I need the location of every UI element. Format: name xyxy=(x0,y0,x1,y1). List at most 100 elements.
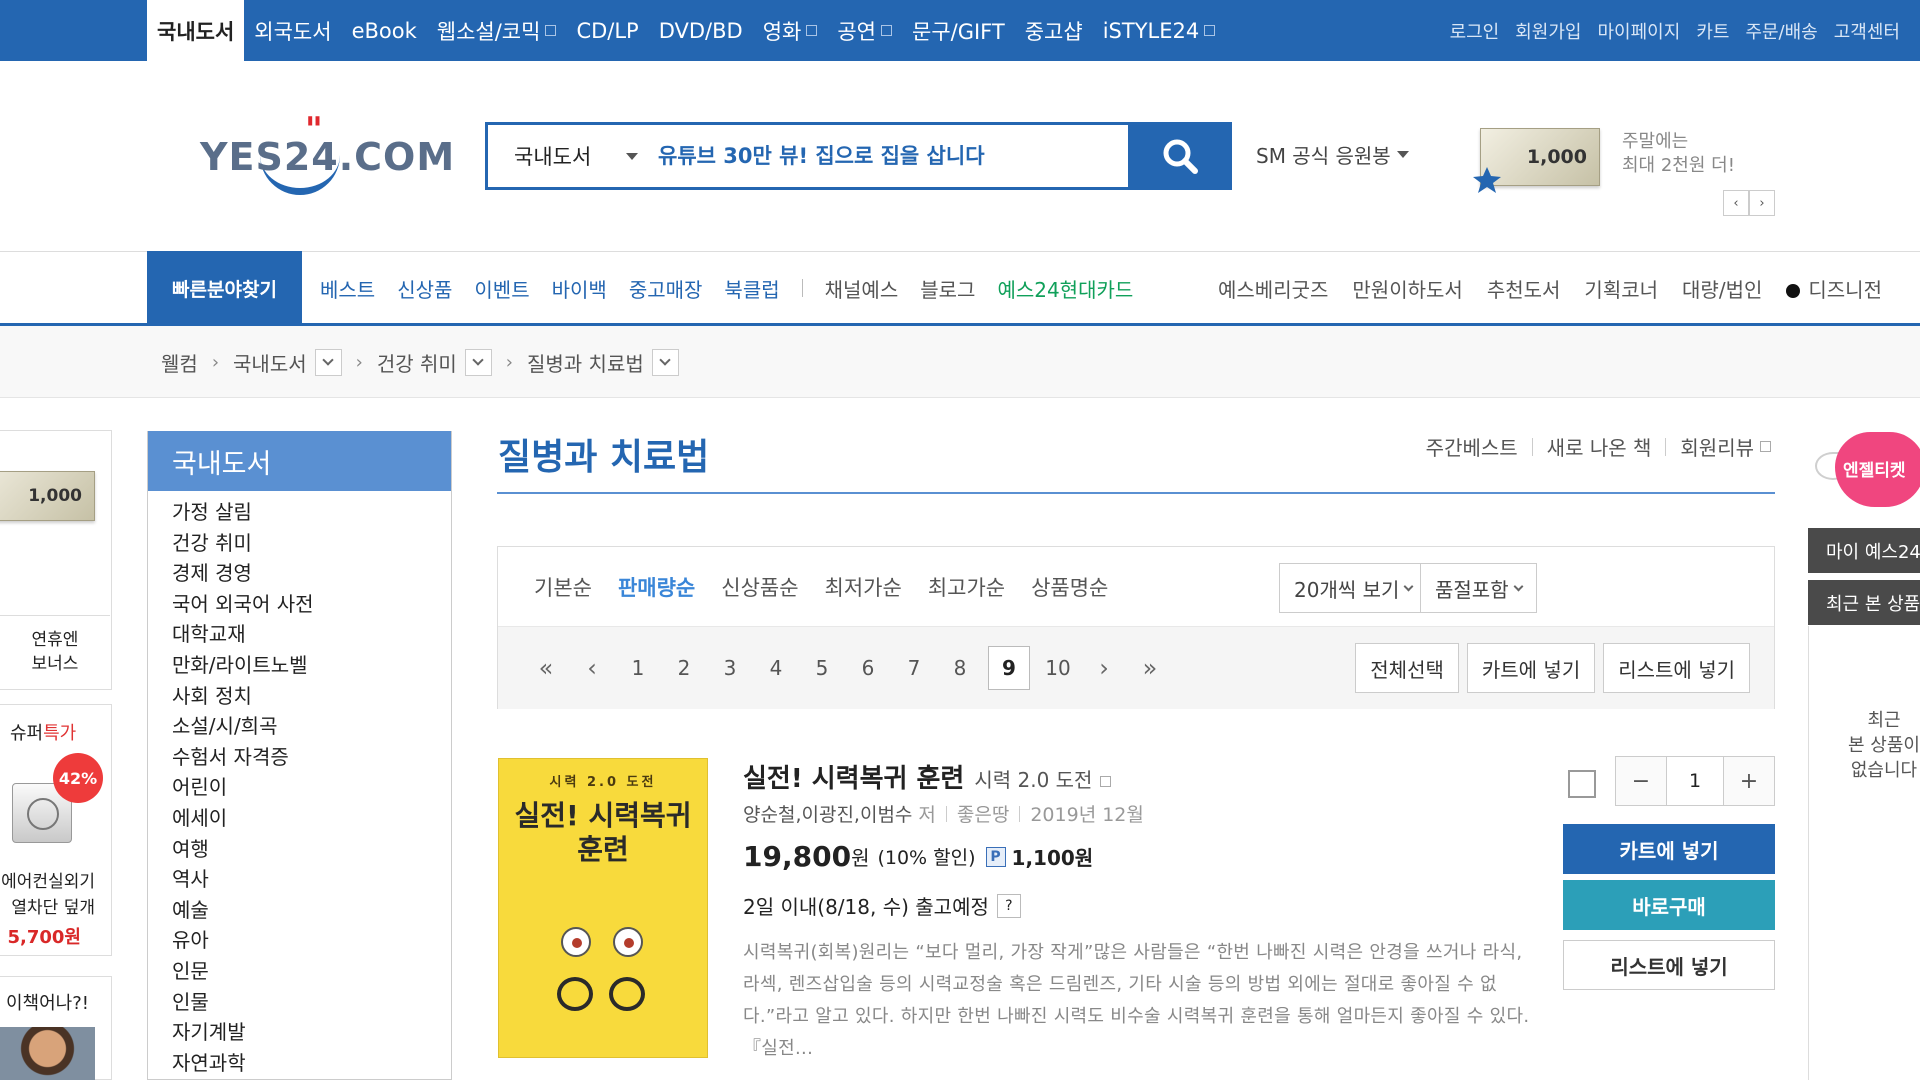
chevron-right-icon[interactable]: › xyxy=(1749,190,1775,216)
search-category-select[interactable]: 국내도서 xyxy=(488,141,658,171)
product-select-checkbox[interactable] xyxy=(1568,770,1596,798)
nav-under-10k[interactable]: 만원이하도서 xyxy=(1352,274,1462,303)
category-panel-title[interactable]: 국내도서 xyxy=(148,431,451,491)
top-cat-webnovel[interactable]: 웹소설/코믹 xyxy=(437,16,557,46)
crumb-welcome[interactable]: 웰컴 xyxy=(161,348,198,377)
product-title[interactable]: 실전! 시력복귀 훈련 xyxy=(743,758,964,795)
category-item[interactable]: 자기계발 xyxy=(172,1017,451,1048)
page-link[interactable]: 6 xyxy=(850,646,886,690)
sm-lightstick-link[interactable]: SM 공식 응원봉 xyxy=(1256,140,1409,169)
crumb-health[interactable]: 건강 취미 xyxy=(377,348,457,377)
category-item[interactable]: 예술 xyxy=(172,895,451,926)
category-item[interactable]: 사회 정치 xyxy=(172,681,451,712)
category-item[interactable]: 인물 xyxy=(172,987,451,1018)
nav-buyback[interactable]: 바이백 xyxy=(552,274,607,303)
my-yes24-button[interactable]: 마이 예스24 xyxy=(1808,528,1920,573)
add-to-list-button[interactable]: 리스트에 넣기 xyxy=(1563,940,1775,990)
page-link[interactable]: 5 xyxy=(804,646,840,690)
category-item[interactable]: 건강 취미 xyxy=(172,528,451,559)
current-page[interactable]: 9 xyxy=(988,646,1030,690)
prev-page-icon[interactable]: ‹ xyxy=(574,646,610,690)
page-link[interactable]: 2 xyxy=(666,646,702,690)
help-icon[interactable]: ? xyxy=(996,893,1021,918)
page-link[interactable]: 10 xyxy=(1040,646,1076,690)
last-page-icon[interactable]: » xyxy=(1132,646,1168,690)
nav-event[interactable]: 이벤트 xyxy=(474,274,529,303)
top-cat-used[interactable]: 중고샵 xyxy=(1025,16,1083,46)
product-authors[interactable]: 양순철,이광진,이범수 xyxy=(743,800,912,827)
site-logo[interactable]: " YES24.COM xyxy=(200,110,454,205)
per-page-select[interactable]: 20개씩 보기 xyxy=(1279,563,1428,613)
sort-highest-price[interactable]: 최고가순 xyxy=(928,572,1005,602)
crumb-dropdown-button[interactable] xyxy=(464,348,492,376)
category-item[interactable]: 대학교재 xyxy=(172,619,451,650)
crumb-domestic[interactable]: 국내도서 xyxy=(233,348,307,377)
quantity-minus-button[interactable]: − xyxy=(1616,757,1666,805)
buy-now-button[interactable]: 바로구매 xyxy=(1563,880,1775,930)
select-all-button[interactable]: 전체선택 xyxy=(1355,643,1459,693)
search-button[interactable] xyxy=(1128,122,1232,190)
cart-link[interactable]: 카트 xyxy=(1696,18,1729,44)
quantity-plus-button[interactable]: + xyxy=(1724,757,1774,805)
nav-bulk[interactable]: 대량/법인 xyxy=(1682,274,1762,303)
category-item[interactable]: 에세이 xyxy=(172,803,451,834)
nav-best[interactable]: 베스트 xyxy=(320,274,375,303)
top-cat-dvdbd[interactable]: DVD/BD xyxy=(659,19,743,43)
add-to-cart-button[interactable]: 카트에 넣기 xyxy=(1563,824,1775,874)
page-link[interactable]: 8 xyxy=(942,646,978,690)
nav-new[interactable]: 신상품 xyxy=(397,274,452,303)
new-window-icon[interactable] xyxy=(1100,776,1112,787)
new-books-link[interactable]: 새로 나온 책 xyxy=(1547,432,1652,461)
category-item[interactable]: 경제 경영 xyxy=(172,558,451,589)
nav-recommended[interactable]: 추천도서 xyxy=(1487,274,1561,303)
top-cat-gift[interactable]: 문구/GIFT xyxy=(912,16,1005,46)
quantity-input[interactable]: 1 xyxy=(1666,757,1724,805)
sort-default[interactable]: 기본순 xyxy=(534,572,592,602)
nav-goods[interactable]: 예스베리굿즈 xyxy=(1218,274,1328,303)
login-link[interactable]: 로그인 xyxy=(1450,18,1500,44)
category-item[interactable]: 역사 xyxy=(172,864,451,895)
quick-category-button[interactable]: 빠른분야찾기 xyxy=(147,251,302,325)
recent-products-button[interactable]: 최근 본 상품 xyxy=(1808,580,1920,625)
top-cat-ebook[interactable]: eBook xyxy=(352,19,417,43)
nav-used-store[interactable]: 중고매장 xyxy=(629,274,703,303)
category-item[interactable]: 가정 살림 xyxy=(172,497,451,528)
sort-sales[interactable]: 판매량순 xyxy=(618,572,695,602)
nav-disney[interactable]: 디즈니전 xyxy=(1786,274,1906,303)
category-item[interactable]: 자연과학 xyxy=(172,1048,451,1079)
book-cover[interactable]: 시력 2.0 도전 실전! 시력복귀 훈련 xyxy=(498,758,708,1058)
page-link[interactable]: 1 xyxy=(620,646,656,690)
top-cat-movie[interactable]: 영화 xyxy=(763,16,818,46)
top-cat-domestic[interactable]: 국내도서 xyxy=(147,0,245,61)
next-page-icon[interactable]: › xyxy=(1086,646,1122,690)
nav-bookclub[interactable]: 북클럽 xyxy=(724,274,779,303)
page-link[interactable]: 7 xyxy=(896,646,932,690)
left-ad-book[interactable]: 이책어나?! xyxy=(0,976,112,1080)
sort-newest[interactable]: 신상품순 xyxy=(721,572,798,602)
product-publisher[interactable]: 좋은땅 xyxy=(957,800,1009,827)
bulk-cart-button[interactable]: 카트에 넣기 xyxy=(1466,643,1596,693)
bulk-list-button[interactable]: 리스트에 넣기 xyxy=(1603,643,1750,693)
top-cat-foreign[interactable]: 외국도서 xyxy=(254,16,331,46)
category-item[interactable]: 인문 xyxy=(172,956,451,987)
category-item[interactable]: 소설/시/희곡 xyxy=(172,711,451,742)
nav-blog[interactable]: 블로그 xyxy=(920,274,975,303)
top-cat-istyle[interactable]: iSTYLE24 xyxy=(1103,19,1216,43)
sort-name[interactable]: 상품명순 xyxy=(1031,572,1108,602)
top-cat-show[interactable]: 공연 xyxy=(837,16,892,46)
page-link[interactable]: 4 xyxy=(758,646,794,690)
category-item[interactable]: 수험서 자격증 xyxy=(172,742,451,773)
first-page-icon[interactable]: « xyxy=(528,646,564,690)
order-link[interactable]: 주문/배송 xyxy=(1745,18,1817,44)
category-item[interactable]: 만화/라이트노벨 xyxy=(172,650,451,681)
top-cat-cdlp[interactable]: CD/LP xyxy=(576,19,638,43)
angel-ticket-banner[interactable]: 엔젤티켓 xyxy=(1815,432,1920,512)
sort-lowest-price[interactable]: 최저가순 xyxy=(825,572,902,602)
member-review-link[interactable]: 회원리뷰 xyxy=(1680,432,1754,461)
signup-link[interactable]: 회원가입 xyxy=(1515,18,1581,44)
support-link[interactable]: 고객센터 xyxy=(1834,18,1900,44)
nav-hyundai-card[interactable]: 예스24현대카드 xyxy=(997,274,1133,303)
stock-filter-select[interactable]: 품절포함 xyxy=(1420,563,1537,613)
chevron-left-icon[interactable]: ‹ xyxy=(1723,190,1749,216)
category-item[interactable]: 국어 외국어 사전 xyxy=(172,589,451,620)
